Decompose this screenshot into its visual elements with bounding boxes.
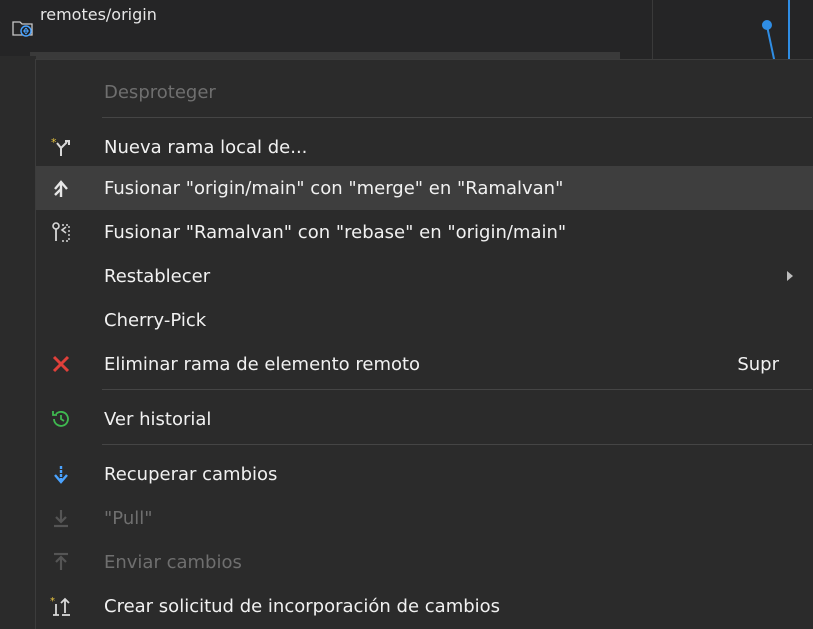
context-menu: Desproteger * Nueva rama local de... Fus… (36, 60, 813, 629)
menu-item-label: Desproteger (104, 81, 216, 103)
graph-line (788, 0, 790, 60)
shortcut-label: Supr (737, 353, 779, 375)
menu-item-label: Fusionar "Ramalvan" con "rebase" en "ori… (104, 221, 567, 243)
menu-item-label: Ver historial (104, 408, 212, 430)
tree-node-label: remotes/origin (40, 4, 157, 24)
menu-item-delete-remote-branch[interactable]: Eliminar rama de elemento remoto Supr (36, 342, 813, 386)
menu-item-desproteger[interactable]: Desproteger (36, 70, 813, 114)
menu-separator (102, 117, 812, 118)
history-icon (46, 407, 76, 431)
menu-item-label: Recuperar cambios (104, 463, 278, 485)
new-branch-icon: * (46, 135, 76, 159)
blank-icon (46, 308, 76, 332)
menu-item-new-local-branch[interactable]: * Nueva rama local de... (36, 125, 813, 169)
menu-item-rebase[interactable]: Fusionar "Ramalvan" con "rebase" en "ori… (36, 210, 813, 254)
menu-separator (102, 444, 812, 445)
menu-item-label: Crear solicitud de incorporación de camb… (104, 595, 501, 617)
pull-request-icon: * (46, 594, 76, 618)
merge-icon (46, 176, 76, 200)
menu-item-reset[interactable]: Restablecer (36, 254, 813, 298)
svg-text:*: * (50, 596, 55, 607)
menu-item-cherry-pick[interactable]: Cherry-Pick (36, 298, 813, 342)
blank-icon (46, 80, 76, 104)
menu-item-pull[interactable]: "Pull" (36, 496, 813, 540)
submenu-arrow-icon (787, 271, 793, 281)
menu-item-label: Enviar cambios (104, 551, 242, 573)
tree-node-remotes-origin[interactable]: remotes/origin (0, 0, 640, 56)
menu-item-label: Cherry-Pick (104, 309, 207, 331)
menu-item-label: Restablecer (104, 265, 211, 287)
menu-item-label: "Pull" (104, 507, 153, 529)
svg-text:*: * (51, 136, 57, 149)
menu-item-fetch[interactable]: Recuperar cambios (36, 452, 813, 496)
menu-item-push[interactable]: Enviar cambios (36, 540, 813, 584)
menu-item-label: Nueva rama local de... (104, 136, 308, 158)
menu-item-merge[interactable]: Fusionar "origin/main" con "merge" en "R… (36, 166, 813, 210)
menu-item-label: Eliminar rama de elemento remoto (104, 353, 421, 375)
menu-item-view-history[interactable]: Ver historial (36, 397, 813, 441)
menu-item-create-pull-request[interactable]: * Crear solicitud de incorporación de ca… (36, 584, 813, 628)
delete-x-icon (46, 352, 76, 376)
menu-separator (102, 389, 812, 390)
push-icon (46, 550, 76, 574)
graph-commit-dot (762, 20, 772, 30)
pull-icon (46, 506, 76, 530)
remote-folder-icon (12, 21, 33, 37)
menu-item-label: Fusionar "origin/main" con "merge" en "R… (104, 177, 564, 199)
fetch-arrow-down-icon (46, 462, 76, 486)
blank-icon (46, 264, 76, 288)
tree-left-gutter (0, 56, 36, 629)
rebase-icon (46, 220, 76, 244)
